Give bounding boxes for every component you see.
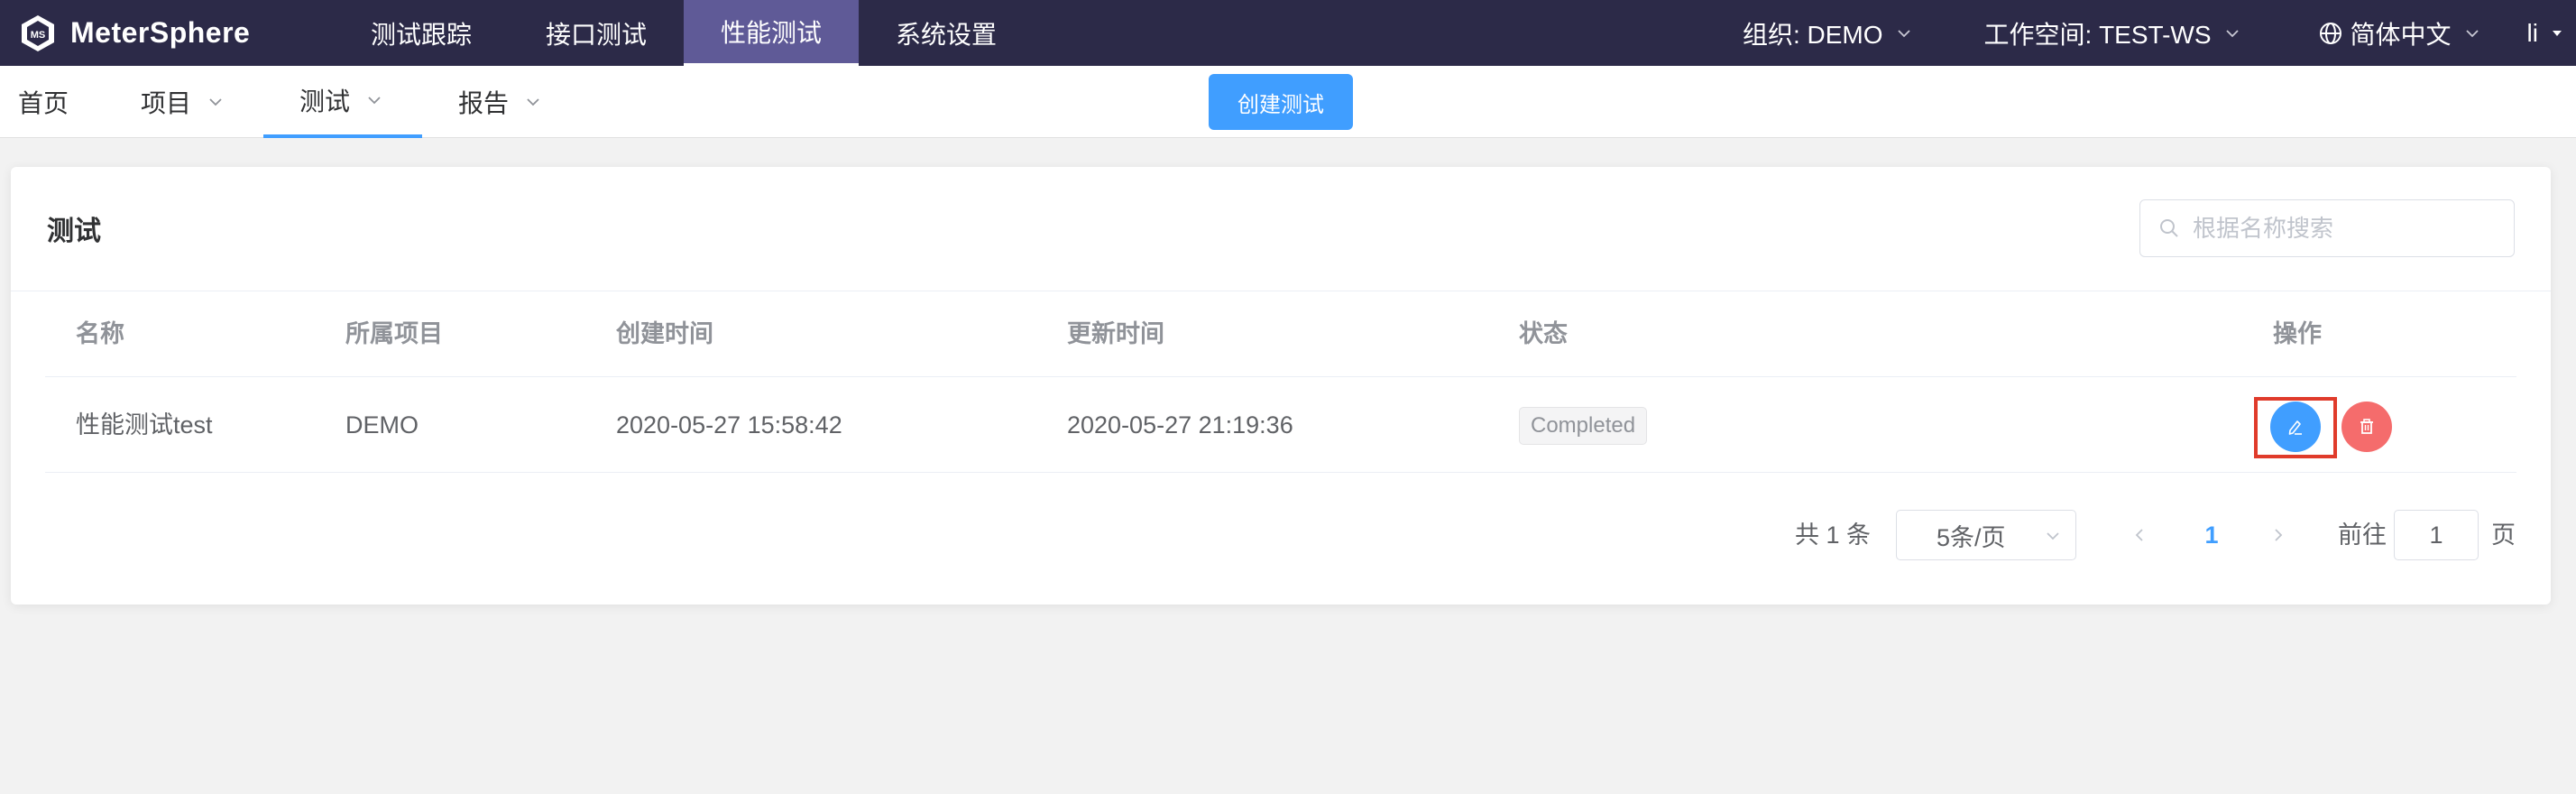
create-test-button[interactable]: 创建测试: [1209, 74, 1353, 130]
metersphere-logo-icon: MS: [22, 14, 54, 51]
cell-created-at: 2020-05-27 15:58:42: [616, 411, 842, 439]
caret-down-icon: [2553, 30, 2562, 36]
top-right-menu: 组织: DEMO 工作空间: TEST-WS 简体中文 li: [1743, 0, 2576, 66]
table-header: 名称 所属项目 创建时间 更新时间 状态 操作: [45, 291, 2516, 377]
sub-nav-reports-label: 报告: [458, 89, 510, 117]
main-menu-test-tracking[interactable]: 测试跟踪: [334, 0, 509, 66]
chevron-down-icon: [368, 97, 381, 105]
trash-icon: [2360, 419, 2373, 434]
edit-button[interactable]: [2270, 402, 2321, 452]
prev-page-button[interactable]: [2121, 510, 2157, 560]
sub-nav-tests[interactable]: 测试: [263, 66, 422, 138]
chevron-left-icon: [2135, 529, 2143, 541]
page-number-current[interactable]: 1: [2194, 510, 2230, 560]
pagination-total: 共 1 条: [1795, 522, 1872, 549]
language-label: 简体中文: [2350, 20, 2452, 49]
chevron-down-icon: [209, 98, 222, 106]
cell-updated-at: 2020-05-27 21:19:36: [1067, 411, 1293, 439]
column-header-updated-at[interactable]: 更新时间: [1067, 291, 1164, 377]
edit-icon: [2288, 420, 2302, 435]
chevron-right-icon: [2275, 529, 2283, 541]
cell-name[interactable]: 性能测试test: [76, 377, 213, 473]
sub-nav-home-label: 首页: [18, 89, 69, 117]
workspace-dropdown[interactable]: 工作空间: TEST-WS: [1984, 0, 2240, 66]
test-list-card: 测试 名称 所属项目 创建时间 更新时间 状态 操作 性能测试test DEMO…: [11, 167, 2551, 605]
delete-button[interactable]: [2341, 402, 2392, 452]
chevron-down-icon: [2225, 29, 2239, 37]
svg-text:MS: MS: [31, 30, 46, 41]
next-page-button[interactable]: [2260, 510, 2296, 560]
column-header-status[interactable]: 状态: [1519, 291, 1568, 377]
organization-dropdown[interactable]: 组织: DEMO: [1743, 0, 1912, 66]
main-menu-performance-test[interactable]: 性能测试: [684, 0, 860, 66]
search-icon: [2160, 219, 2178, 237]
main-menu: 测试跟踪 接口测试 性能测试 系统设置: [334, 0, 1034, 66]
sub-nav-bar: 首页 项目 测试 报告 创建测试: [0, 66, 2576, 138]
goto-suffix-label: 页: [2491, 522, 2516, 549]
language-dropdown[interactable]: 简体中文: [2318, 0, 2480, 66]
app-name: MeterSphere: [70, 16, 251, 49]
card-title: 测试: [47, 217, 101, 246]
goto-page-input[interactable]: [2394, 510, 2479, 560]
pagination: 共 1 条 5条/页 1 前往 页: [11, 510, 2551, 560]
chevron-down-icon: [2465, 29, 2479, 37]
column-header-created-at[interactable]: 创建时间: [616, 291, 713, 377]
user-name: li: [2526, 18, 2538, 47]
app-logo[interactable]: MS MeterSphere: [0, 0, 334, 66]
search-box[interactable]: [2139, 199, 2515, 257]
column-header-name[interactable]: 名称: [76, 291, 124, 377]
sub-nav-projects[interactable]: 项目: [141, 66, 224, 138]
user-menu[interactable]: li: [2527, 0, 2563, 66]
sub-nav-projects-label: 项目: [141, 89, 192, 117]
page-size-value: 5条/页: [1937, 523, 2006, 551]
chevron-down-icon: [2047, 532, 2059, 540]
cell-project: DEMO: [345, 411, 419, 439]
organization-label: 组织: DEMO: [1742, 20, 1883, 49]
workspace-label: 工作空间: TEST-WS: [1983, 20, 2212, 49]
page-size-select[interactable]: 5条/页: [1896, 510, 2076, 560]
chevron-down-icon: [1897, 29, 1910, 37]
main-menu-api-test[interactable]: 接口测试: [509, 0, 684, 66]
goto-prefix-label: 前往: [2338, 522, 2387, 549]
sub-nav-home[interactable]: 首页: [18, 66, 69, 138]
card-header: 测试: [11, 167, 2551, 291]
search-input[interactable]: [2193, 214, 2499, 243]
globe-icon: [2319, 22, 2341, 44]
main-menu-system-settings[interactable]: 系统设置: [859, 0, 1034, 66]
sub-nav-tests-label: 测试: [299, 88, 351, 115]
sub-nav-reports[interactable]: 报告: [458, 66, 541, 138]
status-badge: Completed: [1519, 407, 1648, 445]
column-header-actions: 操作: [2273, 320, 2322, 347]
top-nav-bar: MS MeterSphere 测试跟踪 接口测试 性能测试 系统设置 组织: D…: [0, 0, 2576, 66]
chevron-down-icon: [527, 98, 539, 106]
table-row[interactable]: 性能测试test DEMO 2020-05-27 15:58:42 2020-0…: [45, 377, 2516, 473]
column-header-project[interactable]: 所属项目: [345, 291, 443, 377]
